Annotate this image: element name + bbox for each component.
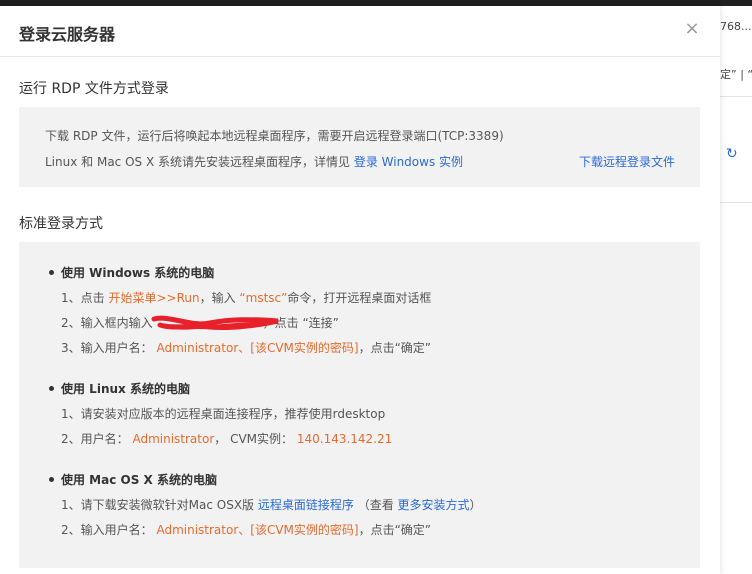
modal-header: 登录云服务器 × — [0, 6, 720, 57]
step-text: ，点击“确定” — [358, 341, 431, 355]
login-modal: 登录云服务器 × 运行 RDP 文件方式登录 下载 RDP 文件，运行后将唤起本… — [0, 6, 720, 574]
credentials-text: Administrator、[该CVM实例的密码] — [156, 523, 359, 537]
step-text: 命令，打开远程桌面对话框 — [287, 291, 432, 305]
windows-heading-text: 使用 Windows 系统的电脑 — [61, 266, 215, 280]
step-text: ，输入 — [199, 291, 240, 305]
mac-step-2: 2、输入用户名： Administrator、[该CVM实例的密码]，点击“确定… — [61, 521, 431, 538]
ip-address-text: 140.143.142.21 — [296, 432, 393, 446]
step-text: 2、输入用户名： — [61, 523, 157, 537]
start-menu-run-text: 开始菜单>>Run — [108, 291, 200, 305]
rdp-description: 下载 RDP 文件，运行后将唤起本地远程桌面程序，需要开启远程登录端口(TCP:… — [45, 129, 504, 143]
mac-step-1: 1、请下载安装微软针对Mac OSX版 远程桌面链接程序 （查看 更多安装方式） — [61, 496, 482, 513]
step-text: 3、输入用户名： — [61, 341, 157, 355]
standard-login-box: 使用 Windows 系统的电脑 1、点击 开始菜单>>Run，输入 “msts… — [19, 242, 700, 568]
remote-desktop-program-link[interactable]: 远程桌面链接程序 — [258, 498, 354, 512]
close-icon[interactable]: × — [682, 19, 702, 39]
background-page-edge: 768... 定” | “失 ↻ — [720, 6, 752, 574]
credentials-text: Administrator、[该CVM实例的密码] — [156, 341, 359, 355]
linux-step-1: 1、请安装对应版本的远程桌面连接程序，推荐使用rdesktop — [61, 407, 386, 421]
linux-step-2: 2、用户名： Administrator， CVM实例： 140.143.142… — [61, 430, 392, 447]
redaction-scribble — [151, 315, 279, 331]
refresh-icon[interactable]: ↻ — [726, 146, 738, 162]
mac-heading-text: 使用 Mac OS X 系统的电脑 — [61, 473, 217, 487]
step-text: （查看 — [353, 498, 398, 512]
standard-section-title: 标准登录方式 — [19, 216, 103, 232]
download-rdp-file-link[interactable]: 下载远程登录文件 — [579, 153, 675, 170]
username-text: Administrator — [132, 432, 215, 446]
bullet-icon — [49, 386, 54, 391]
step-text: 1、请下载安装微软针对Mac OSX版 — [61, 498, 258, 512]
step-text: 2、用户名： — [61, 432, 133, 446]
windows-login-link[interactable]: 登录 Windows 实例 — [354, 155, 463, 169]
windows-heading: 使用 Windows 系统的电脑 — [49, 264, 214, 281]
background-peek-text: 定” | “失 — [720, 68, 752, 81]
rdp-linux-mac-note: Linux 和 Mac OS X 系统请先安装远程桌面程序，详情见 登录 Win… — [45, 153, 463, 170]
rdp-info-box: 下载 RDP 文件，运行后将唤起本地远程桌面程序，需要开启远程登录端口(TCP:… — [19, 107, 700, 187]
divider — [720, 202, 752, 203]
modal-title: 登录云服务器 — [19, 25, 116, 44]
bullet-icon — [49, 477, 54, 482]
linux-heading-text: 使用 Linux 系统的电脑 — [61, 382, 190, 396]
step-text: 2、输入框内输入 — [61, 316, 153, 330]
mstsc-text: “mstsc” — [239, 291, 288, 305]
mac-heading: 使用 Mac OS X 系统的电脑 — [49, 471, 217, 488]
divider — [720, 96, 752, 97]
windows-step-1: 1、点击 开始菜单>>Run，输入 “mstsc”命令，打开远程桌面对话框 — [61, 289, 431, 306]
linux-heading: 使用 Linux 系统的电脑 — [49, 380, 190, 397]
step-text: ，点击“确定” — [358, 523, 431, 537]
step-text: ， CVM实例： — [214, 432, 297, 446]
bullet-icon — [49, 270, 54, 275]
step-text: 1、点击 — [61, 291, 109, 305]
more-install-methods-link[interactable]: 更多安装方式 — [398, 498, 470, 512]
step-text: ） — [469, 498, 482, 512]
rdp-section-title: 运行 RDP 文件方式登录 — [19, 81, 169, 97]
note-text: Linux 和 Mac OS X 系统请先安装远程桌面程序，详情见 — [45, 155, 354, 169]
windows-step-3: 3、输入用户名： Administrator、[该CVM实例的密码]，点击“确定… — [61, 339, 431, 356]
background-peek-text: 768... — [720, 20, 752, 33]
